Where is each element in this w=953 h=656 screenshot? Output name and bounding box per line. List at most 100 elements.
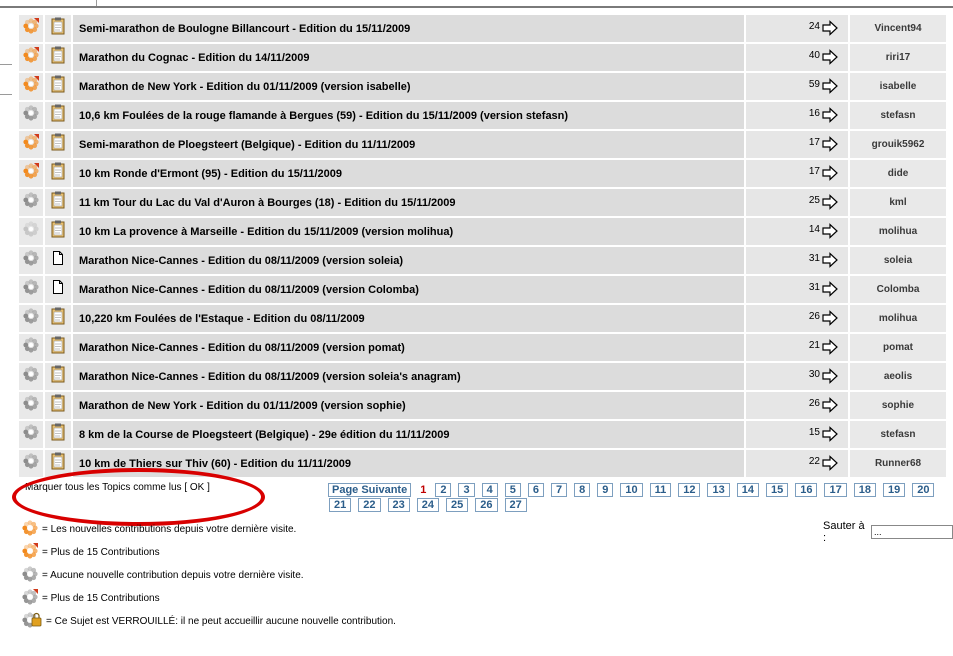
page-link[interactable]: 16 xyxy=(795,483,818,497)
legend-text: = Plus de 15 Contributions xyxy=(42,547,160,558)
topic-title-link[interactable]: 10 km La provence à Marseille - Edition … xyxy=(79,226,453,238)
page-link[interactable]: 7 xyxy=(550,483,568,497)
reply-count: 25 xyxy=(808,194,820,206)
topic-author-link[interactable]: grouik5962 xyxy=(872,139,925,150)
page-link[interactable]: 3 xyxy=(458,483,475,497)
page-link[interactable]: 21 xyxy=(329,498,352,512)
page-link[interactable]: 19 xyxy=(882,483,906,497)
page-link[interactable]: 5 xyxy=(504,483,521,497)
next-page-button[interactable]: Page Suivante xyxy=(328,483,412,497)
page-link[interactable]: 14 xyxy=(736,483,759,497)
last-post-arrow-icon[interactable] xyxy=(822,455,838,472)
topic-author-link[interactable]: sophie xyxy=(882,400,914,411)
topic-title-link[interactable]: 11 km Tour du Lac du Val d'Auron à Bourg… xyxy=(79,197,456,209)
page-link[interactable]: 24 xyxy=(416,498,439,512)
topic-author-link[interactable]: soleia xyxy=(884,255,912,266)
last-post-arrow-icon[interactable] xyxy=(822,107,838,124)
topic-author-link[interactable]: Colomba xyxy=(877,284,920,295)
last-post-arrow-icon[interactable] xyxy=(822,368,838,385)
topic-title-link[interactable]: 10 km Ronde d'Ermont (95) - Edition du 1… xyxy=(79,168,342,180)
page-link[interactable]: 6 xyxy=(527,483,544,497)
page-link[interactable]: 20 xyxy=(912,483,935,497)
topic-author-link[interactable]: molihua xyxy=(879,313,917,324)
topic-title-link[interactable]: Marathon Nice-Cannes - Edition du 08/11/… xyxy=(79,342,405,354)
topic-author-link[interactable]: pomat xyxy=(883,342,913,353)
page-link[interactable]: 11 xyxy=(649,483,672,497)
page-link[interactable]: 26 xyxy=(475,498,498,512)
topic-title-link[interactable]: Semi-marathon de Ploegsteert (Belgique) … xyxy=(79,139,415,151)
last-post-arrow-icon[interactable] xyxy=(822,252,838,269)
last-post-arrow-icon[interactable] xyxy=(822,397,838,414)
topic-author-link[interactable]: stefasn xyxy=(880,429,915,440)
last-post-arrow-icon[interactable] xyxy=(822,20,838,37)
page-link[interactable]: 2 xyxy=(435,483,452,497)
topic-author-link[interactable]: stefasn xyxy=(880,110,915,121)
mark-all-ok-link[interactable]: OK xyxy=(187,482,207,493)
topic-row: Marathon Nice-Cannes - Edition du 08/11/… xyxy=(19,334,946,361)
last-post-arrow-icon[interactable] xyxy=(822,49,838,66)
jump-select[interactable] xyxy=(871,525,953,539)
page-link[interactable]: 9 xyxy=(597,483,614,497)
topic-author-link[interactable]: riri17 xyxy=(886,52,910,63)
topic-title-link[interactable]: Marathon Nice-Cannes - Edition du 08/11/… xyxy=(79,284,419,296)
page-link[interactable]: 10 xyxy=(620,483,643,497)
page-link[interactable]: 23 xyxy=(387,498,410,512)
no-new-posts-folder-icon xyxy=(22,221,40,242)
topic-title-link[interactable]: Semi-marathon de Boulogne Billancourt - … xyxy=(79,23,410,35)
page-link[interactable]: 4 xyxy=(481,483,498,497)
topic-title-link[interactable]: Marathon Nice-Cannes - Edition du 08/11/… xyxy=(79,371,461,383)
page-link[interactable]: 25 xyxy=(446,498,469,512)
last-post-arrow-icon[interactable] xyxy=(822,194,838,211)
last-post-arrow-icon[interactable] xyxy=(822,78,838,95)
reply-count: 31 xyxy=(808,281,820,293)
topic-author-link[interactable]: kml xyxy=(889,197,906,208)
last-post-arrow-icon[interactable] xyxy=(822,165,838,182)
topic-row: 10 km La provence à Marseille - Edition … xyxy=(19,218,946,245)
topic-author-link[interactable]: Vincent94 xyxy=(874,23,921,34)
clipboard-icon xyxy=(50,307,66,329)
topic-author-link[interactable]: Runner68 xyxy=(875,458,921,469)
clipboard-icon xyxy=(50,365,66,387)
page-icon xyxy=(52,280,64,298)
last-post-arrow-icon[interactable] xyxy=(822,339,838,356)
page-link[interactable]: 8 xyxy=(574,483,591,497)
page-link[interactable]: 18 xyxy=(853,483,876,497)
new-posts-folder-icon xyxy=(21,542,39,563)
last-post-arrow-icon[interactable] xyxy=(822,426,838,443)
last-post-arrow-icon[interactable] xyxy=(822,136,838,153)
topic-title-link[interactable]: Marathon Nice-Cannes - Edition du 08/11/… xyxy=(79,255,403,267)
page-link[interactable]: 13 xyxy=(707,483,730,497)
topic-title-link[interactable]: 10,220 km Foulées de l'Estaque - Edition… xyxy=(79,313,365,325)
topic-title-link[interactable]: 8 km de la Course de Ploegsteert (Belgiq… xyxy=(79,429,449,441)
last-post-arrow-icon[interactable] xyxy=(822,223,838,240)
topic-author-link[interactable]: isabelle xyxy=(880,81,917,92)
page-link[interactable]: 17 xyxy=(824,483,847,497)
clipboard-icon xyxy=(50,75,66,97)
topic-author-link[interactable]: aeolis xyxy=(884,371,912,382)
page-link[interactable]: 12 xyxy=(678,483,701,497)
no-new-posts-folder-icon xyxy=(22,424,40,445)
topic-author-link[interactable]: dide xyxy=(888,168,909,179)
no-new-posts-folder-icon xyxy=(22,279,40,300)
topic-title-link[interactable]: Marathon du Cognac - Edition du 14/11/20… xyxy=(79,52,309,64)
topic-author-link[interactable]: molihua xyxy=(879,226,917,237)
reply-count: 14 xyxy=(808,223,820,235)
no-new-posts-folder-icon xyxy=(21,588,39,609)
topic-row: 10,6 km Foulées de la rouge flamande à B… xyxy=(19,102,946,129)
topic-row: 11 km Tour du Lac du Val d'Auron à Bourg… xyxy=(19,189,946,216)
new-posts-folder-icon xyxy=(22,76,40,97)
topic-title-link[interactable]: Marathon de New York - Edition du 01/11/… xyxy=(79,81,411,93)
new-posts-folder-icon xyxy=(22,18,40,39)
page-link[interactable]: 15 xyxy=(765,483,789,497)
topic-row: 8 km de la Course de Ploegsteert (Belgiq… xyxy=(19,421,946,448)
topic-row: Marathon Nice-Cannes - Edition du 08/11/… xyxy=(19,363,946,390)
legend-text: = Ce Sujet est VERROUILLÉ: il ne peut ac… xyxy=(46,616,396,627)
page-link[interactable]: 27 xyxy=(504,498,527,512)
last-post-arrow-icon[interactable] xyxy=(822,281,838,298)
topic-title-link[interactable]: 10,6 km Foulées de la rouge flamande à B… xyxy=(79,110,568,122)
topic-title-link[interactable]: Marathon de New York - Edition du 01/11/… xyxy=(79,400,406,412)
no-new-posts-folder-icon xyxy=(22,250,40,271)
topic-title-link[interactable]: 10 km de Thiers sur Thiv (60) - Edition … xyxy=(79,458,351,470)
page-link[interactable]: 22 xyxy=(358,498,381,512)
last-post-arrow-icon[interactable] xyxy=(822,310,838,327)
